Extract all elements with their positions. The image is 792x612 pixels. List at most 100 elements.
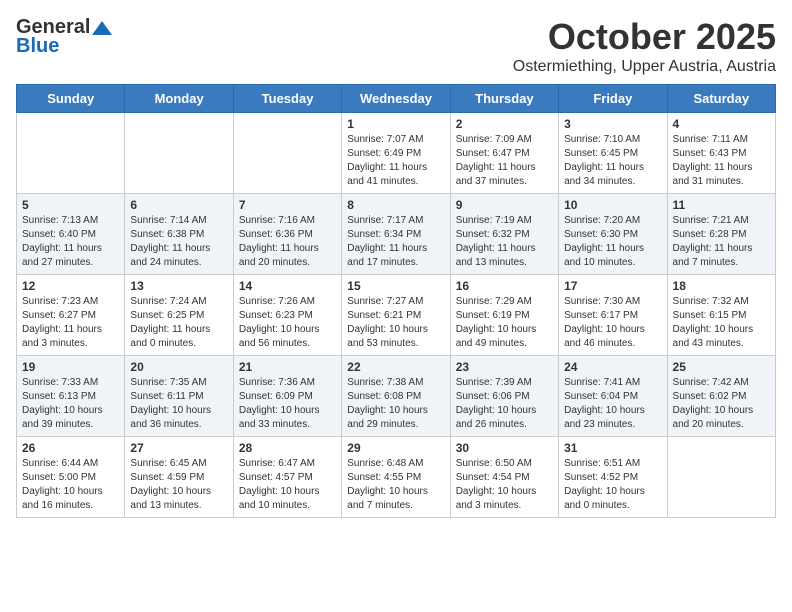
day-number: 4 (673, 117, 770, 131)
day-info: Sunrise: 7:14 AM Sunset: 6:38 PM Dayligh… (130, 214, 227, 270)
day-info: Sunrise: 7:11 AM Sunset: 6:43 PM Dayligh… (673, 133, 770, 189)
day-info: Sunrise: 7:24 AM Sunset: 6:25 PM Dayligh… (130, 295, 227, 351)
day-number: 29 (347, 441, 444, 455)
calendar-cell: 7 Sunrise: 7:16 AM Sunset: 6:36 PM Daylig… (233, 194, 341, 275)
logo-blue: Blue (16, 35, 59, 58)
calendar-cell: 25 Sunrise: 7:42 AM Sunset: 6:02 PM Dayli… (667, 356, 775, 437)
calendar-cell: 31 Sunrise: 6:51 AM Sunset: 4:52 PM Dayli… (559, 437, 667, 518)
day-info: Sunrise: 7:38 AM Sunset: 6:08 PM Dayligh… (347, 376, 444, 432)
calendar-cell (125, 113, 233, 194)
day-number: 1 (347, 117, 444, 131)
calendar-cell: 14Sunrise: 7:26 AM Sunset: 6:23 PM Dayli… (233, 275, 341, 356)
day-info: Sunrise: 7:07 AM Sunset: 6:49 PM Dayligh… (347, 133, 444, 189)
calendar-cell: 16 Sunrise: 7:29 AM Sunset: 6:19 PM Dayli… (450, 275, 558, 356)
day-info: Sunrise: 6:47 AM Sunset: 4:57 PM Dayligh… (239, 457, 336, 513)
day-info: Sunrise: 7:41 AM Sunset: 6:04 PM Dayligh… (564, 376, 661, 432)
day-number: 7 (239, 198, 336, 212)
day-number: 10 (564, 198, 661, 212)
day-number: 20 (130, 360, 227, 374)
day-number: 9 (456, 198, 553, 212)
day-info: Sunrise: 6:51 AM Sunset: 4:52 PM Dayligh… (564, 457, 661, 513)
calendar-cell: 21 Sunrise: 7:36 AM Sunset: 6:09 PM Dayli… (233, 356, 341, 437)
calendar-cell: 5Sunrise: 7:13 AM Sunset: 6:40 PM Daylig… (17, 194, 125, 275)
day-info: Sunrise: 7:19 AM Sunset: 6:32 PM Dayligh… (456, 214, 553, 270)
calendar-cell: 11Sunrise: 7:21 AM Sunset: 6:28 PM Dayli… (667, 194, 775, 275)
calendar-cell (233, 113, 341, 194)
day-number: 27 (130, 441, 227, 455)
day-info: Sunrise: 7:20 AM Sunset: 6:30 PM Dayligh… (564, 214, 661, 270)
day-info: Sunrise: 7:32 AM Sunset: 6:15 PM Dayligh… (673, 295, 770, 351)
day-info: Sunrise: 7:42 AM Sunset: 6:02 PM Dayligh… (673, 376, 770, 432)
day-info: Sunrise: 7:09 AM Sunset: 6:47 PM Dayligh… (456, 133, 553, 189)
calendar-cell: 17Sunrise: 7:30 AM Sunset: 6:17 PM Dayli… (559, 275, 667, 356)
calendar-cell: 3 Sunrise: 7:10 AM Sunset: 6:45 PM Daylig… (559, 113, 667, 194)
calendar-cell: 9 Sunrise: 7:19 AM Sunset: 6:32 PM Daylig… (450, 194, 558, 275)
day-number: 8 (347, 198, 444, 212)
logo-icon (92, 19, 114, 37)
calendar-cell: 30 Sunrise: 6:50 AM Sunset: 4:54 PM Dayli… (450, 437, 558, 518)
weekday-header: Saturday (667, 85, 775, 113)
day-info: Sunrise: 7:23 AM Sunset: 6:27 PM Dayligh… (22, 295, 119, 351)
calendar-week-row: 26Sunrise: 6:44 AM Sunset: 5:00 PM Dayli… (17, 437, 776, 518)
title-block: October 2025 Ostermiething, Upper Austri… (513, 16, 776, 76)
day-info: Sunrise: 7:39 AM Sunset: 6:06 PM Dayligh… (456, 376, 553, 432)
weekday-header: Wednesday (342, 85, 450, 113)
calendar-cell: 20Sunrise: 7:35 AM Sunset: 6:11 PM Dayli… (125, 356, 233, 437)
weekday-header: Monday (125, 85, 233, 113)
weekday-header: Thursday (450, 85, 558, 113)
day-info: Sunrise: 6:50 AM Sunset: 4:54 PM Dayligh… (456, 457, 553, 513)
day-number: 28 (239, 441, 336, 455)
day-number: 25 (673, 360, 770, 374)
day-info: Sunrise: 7:26 AM Sunset: 6:23 PM Dayligh… (239, 295, 336, 351)
day-number: 31 (564, 441, 661, 455)
day-number: 11 (673, 198, 770, 212)
day-number: 23 (456, 360, 553, 374)
day-info: Sunrise: 6:44 AM Sunset: 5:00 PM Dayligh… (22, 457, 119, 513)
day-number: 13 (130, 279, 227, 293)
calendar-cell: 27Sunrise: 6:45 AM Sunset: 4:59 PM Dayli… (125, 437, 233, 518)
calendar-cell: 12 Sunrise: 7:23 AM Sunset: 6:27 PM Dayli… (17, 275, 125, 356)
day-number: 12 (22, 279, 119, 293)
day-number: 17 (564, 279, 661, 293)
day-info: Sunrise: 7:17 AM Sunset: 6:34 PM Dayligh… (347, 214, 444, 270)
day-number: 22 (347, 360, 444, 374)
day-info: Sunrise: 7:36 AM Sunset: 6:09 PM Dayligh… (239, 376, 336, 432)
calendar-cell: 26Sunrise: 6:44 AM Sunset: 5:00 PM Dayli… (17, 437, 125, 518)
calendar-cell: 19 Sunrise: 7:33 AM Sunset: 6:13 PM Dayli… (17, 356, 125, 437)
calendar-header-row: SundayMondayTuesdayWednesdayThursdayFrid… (17, 85, 776, 113)
day-info: Sunrise: 7:10 AM Sunset: 6:45 PM Dayligh… (564, 133, 661, 189)
calendar-week-row: 12 Sunrise: 7:23 AM Sunset: 6:27 PM Dayli… (17, 275, 776, 356)
day-info: Sunrise: 7:29 AM Sunset: 6:19 PM Dayligh… (456, 295, 553, 351)
month-title: October 2025 (513, 16, 776, 58)
day-number: 30 (456, 441, 553, 455)
calendar-cell: 1 Sunrise: 7:07 AM Sunset: 6:49 PM Daylig… (342, 113, 450, 194)
day-info: Sunrise: 7:27 AM Sunset: 6:21 PM Dayligh… (347, 295, 444, 351)
calendar-cell: 2 Sunrise: 7:09 AM Sunset: 6:47 PM Daylig… (450, 113, 558, 194)
calendar-cell: 24Sunrise: 7:41 AM Sunset: 6:04 PM Dayli… (559, 356, 667, 437)
calendar-week-row: 5Sunrise: 7:13 AM Sunset: 6:40 PM Daylig… (17, 194, 776, 275)
weekday-header: Friday (559, 85, 667, 113)
location: Ostermiething, Upper Austria, Austria (513, 58, 776, 76)
calendar-cell: 6 Sunrise: 7:14 AM Sunset: 6:38 PM Daylig… (125, 194, 233, 275)
day-number: 5 (22, 198, 119, 212)
day-info: Sunrise: 7:33 AM Sunset: 6:13 PM Dayligh… (22, 376, 119, 432)
day-number: 2 (456, 117, 553, 131)
day-info: Sunrise: 7:16 AM Sunset: 6:36 PM Dayligh… (239, 214, 336, 270)
day-number: 18 (673, 279, 770, 293)
calendar-cell: 13 Sunrise: 7:24 AM Sunset: 6:25 PM Dayli… (125, 275, 233, 356)
calendar-cell: 10 Sunrise: 7:20 AM Sunset: 6:30 PM Dayli… (559, 194, 667, 275)
day-number: 21 (239, 360, 336, 374)
calendar-cell (667, 437, 775, 518)
day-number: 3 (564, 117, 661, 131)
day-number: 19 (22, 360, 119, 374)
calendar-cell: 8 Sunrise: 7:17 AM Sunset: 6:34 PM Daylig… (342, 194, 450, 275)
day-number: 6 (130, 198, 227, 212)
day-number: 16 (456, 279, 553, 293)
calendar-cell: 18 Sunrise: 7:32 AM Sunset: 6:15 PM Dayli… (667, 275, 775, 356)
calendar-cell: 28 Sunrise: 6:47 AM Sunset: 4:57 PM Dayli… (233, 437, 341, 518)
page-header: General Blue October 2025 Ostermiething,… (16, 16, 776, 76)
calendar-cell: 4 Sunrise: 7:11 AM Sunset: 6:43 PM Daylig… (667, 113, 775, 194)
day-info: Sunrise: 6:48 AM Sunset: 4:55 PM Dayligh… (347, 457, 444, 513)
calendar-table: SundayMondayTuesdayWednesdayThursdayFrid… (16, 84, 776, 518)
weekday-header: Tuesday (233, 85, 341, 113)
